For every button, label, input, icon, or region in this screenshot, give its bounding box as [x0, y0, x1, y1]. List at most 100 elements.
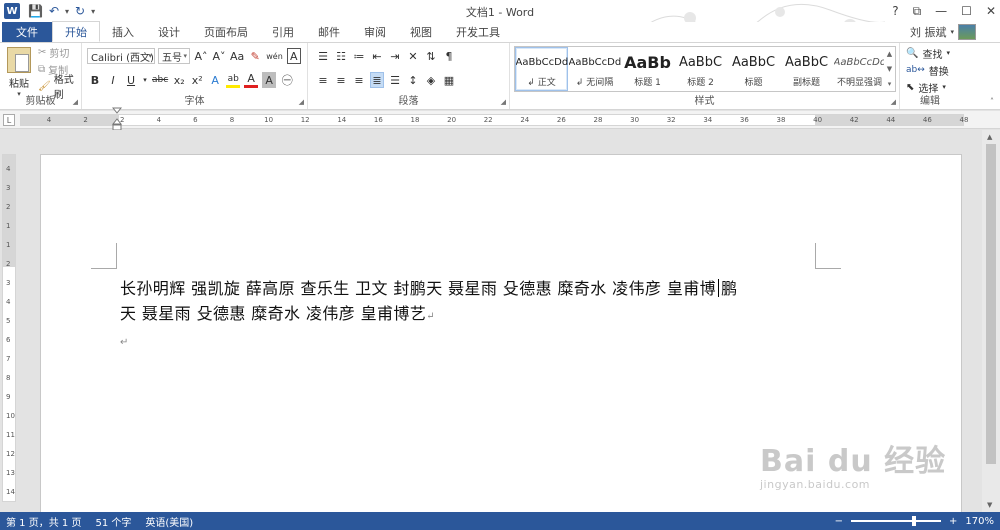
undo-icon[interactable]: ↶ — [49, 4, 59, 18]
word-count[interactable]: 51 个字 — [95, 514, 131, 529]
clear-formatting-button[interactable]: ✎ — [248, 48, 262, 64]
user-account[interactable]: 刘 振斌 ▾ — [910, 24, 976, 40]
ruler-tick-label: 10 — [6, 412, 15, 420]
save-icon[interactable]: 💾 — [28, 4, 43, 18]
text-run: 长孙明辉 强凯旋 薛高原 查乐生 卫文 封鹏天 聂星雨 殳德惠 糜奇水 凌伟彦 … — [120, 279, 717, 298]
font-name-select[interactable]: Calibri (西文) ▾ — [87, 48, 155, 64]
document-body[interactable]: 长孙明辉 强凯旋 薛高原 查乐生 卫文 封鹏天 聂星雨 殳德惠 糜奇水 凌伟彦 … — [120, 276, 820, 329]
scrollbar-thumb[interactable] — [986, 144, 996, 464]
align-center-icon[interactable]: ≡ — [334, 72, 348, 88]
tab-home[interactable]: 开始 — [52, 21, 100, 42]
grow-font-button[interactable]: A˄ — [194, 48, 208, 64]
shading-icon[interactable]: ◈ — [424, 72, 438, 88]
font-size-select[interactable]: 五号 ▾ — [158, 48, 190, 64]
ruler-tick-label: 3 — [6, 279, 11, 287]
character-border-button[interactable]: A — [286, 48, 301, 64]
underline-button[interactable]: U — [124, 72, 138, 88]
cut-button[interactable]: ✂ 剪切 — [38, 45, 81, 60]
justify-icon[interactable]: ≣ — [370, 72, 384, 88]
clipboard-launcher-icon[interactable]: ◢ — [73, 98, 78, 106]
underline-dropdown-icon[interactable]: ▾ — [142, 72, 148, 88]
vertical-scrollbar[interactable]: ▲ ▼ — [982, 130, 1000, 512]
help-button[interactable]: ? — [892, 4, 898, 18]
tab-insert[interactable]: 插入 — [100, 22, 146, 42]
sort-icon[interactable]: ⇅ — [424, 48, 438, 64]
font-name-value: Calibri (西文) — [91, 52, 154, 64]
enclose-characters-button[interactable]: ㊀ — [280, 72, 294, 88]
bullets-icon[interactable]: ☰ — [316, 48, 330, 64]
paste-button[interactable]: 粘贴 ▾ — [6, 47, 32, 98]
tab-references[interactable]: 引用 — [260, 22, 306, 42]
styles-launcher-icon[interactable]: ◢ — [891, 98, 896, 106]
zoom-slider-thumb[interactable] — [911, 516, 916, 526]
tab-page-layout[interactable]: 页面布局 — [192, 22, 260, 42]
indent-marker-icon[interactable] — [112, 107, 122, 131]
maximize-button[interactable]: ☐ — [961, 4, 972, 18]
line-spacing-icon[interactable]: ↕ — [406, 72, 420, 88]
ruler-tick-label: 7 — [6, 355, 11, 363]
decrease-indent-icon[interactable]: ⇤ — [370, 48, 384, 64]
word-logo-icon[interactable]: W — [4, 3, 20, 19]
font-launcher-icon[interactable]: ◢ — [299, 98, 304, 106]
tab-stop-selector[interactable]: L — [3, 114, 15, 126]
strikethrough-button[interactable]: abc — [152, 72, 168, 88]
close-button[interactable]: ✕ — [986, 4, 996, 18]
styles-group: 样式 ◢ — [510, 43, 900, 109]
scroll-down-icon[interactable]: ▼ — [987, 501, 992, 509]
language[interactable]: 英语(美国) — [145, 514, 193, 529]
tab-mailings[interactable]: 邮件 — [306, 22, 352, 42]
align-right-icon[interactable]: ≡ — [352, 72, 366, 88]
tab-review[interactable]: 审阅 — [352, 22, 398, 42]
quick-access-toolbar: 💾 ↶ ▾ ↻ ▾ — [28, 4, 95, 18]
ribbon-tabs: 文件 开始 插入 设计 页面布局 引用 邮件 审阅 视图 开发工具 — [0, 21, 1000, 42]
italic-button[interactable]: I — [106, 72, 120, 88]
redo-icon[interactable]: ↻ — [75, 4, 85, 18]
undo-dropdown-icon[interactable]: ▾ — [65, 7, 69, 16]
font-bottom-row: B I U ▾ abc x₂ x² A ab A A ㊀ — [88, 72, 294, 88]
borders-icon[interactable]: ▦ — [442, 72, 456, 88]
increase-indent-icon[interactable]: ⇥ — [388, 48, 402, 64]
horizontal-ruler[interactable]: 4 2 2 4 6 8 10 12 14 16 18 20 22 24 26 28 30 32 34 36 38 40 42… — [20, 114, 968, 126]
numbering-icon[interactable]: ☷ — [334, 48, 348, 64]
collapse-ribbon-icon[interactable]: ˄ — [990, 97, 994, 106]
tab-view[interactable]: 视图 — [398, 22, 444, 42]
subscript-button[interactable]: x₂ — [172, 72, 186, 88]
superscript-button[interactable]: x² — [190, 72, 204, 88]
highlight-button[interactable]: ab — [226, 72, 241, 88]
customize-qat-icon[interactable]: ▾ — [91, 7, 95, 16]
ribbon-display-options-button[interactable]: ⧉ — [913, 4, 922, 19]
chinese-layout-icon[interactable]: ✕ — [406, 48, 420, 64]
multilevel-list-icon[interactable]: ≔ — [352, 48, 366, 64]
distributed-icon[interactable]: ☰ — [388, 72, 402, 88]
zoom-in-icon[interactable]: + — [949, 516, 957, 527]
shrink-font-button[interactable]: A˅ — [212, 48, 226, 64]
text-effects-button[interactable]: A — [208, 72, 222, 88]
paragraph-group: ☰ ☷ ≔ ⇤ ⇥ ✕ ⇅ ¶ ≡ ≡ ≡ ≣ ☰ ↕ ◈ ▦ 段落 ◢ — [308, 43, 510, 109]
bold-button[interactable]: B — [88, 72, 102, 88]
align-left-icon[interactable]: ≡ — [316, 72, 330, 88]
ruler-tick-label: 6 — [6, 336, 11, 344]
ruler-tick-label: 48 — [959, 116, 969, 124]
paragraph-top-row: ☰ ☷ ≔ ⇤ ⇥ ✕ ⇅ ¶ — [316, 48, 456, 64]
font-color-button[interactable]: A — [244, 72, 259, 88]
phonetic-guide-button[interactable]: wén — [266, 48, 283, 64]
tab-developer[interactable]: 开发工具 — [444, 22, 512, 42]
page-count[interactable]: 第 1 页，共 1 页 — [6, 514, 81, 529]
scroll-up-icon[interactable]: ▲ — [987, 133, 992, 141]
vertical-ruler[interactable]: 4 3 2 1 1 2 3 4 5 6 7 8 9 10 11 12 13 14 — [2, 154, 16, 502]
ruler-tick-label: 24 — [520, 116, 530, 124]
show-marks-icon[interactable]: ¶ — [442, 48, 456, 64]
minimize-button[interactable]: — — [935, 4, 947, 18]
paragraph-mark: ↵ — [426, 311, 436, 322]
change-case-button[interactable]: Aa — [230, 48, 244, 64]
character-shading-button[interactable]: A — [262, 72, 277, 88]
tab-file[interactable]: 文件 — [2, 22, 52, 42]
zoom-level[interactable]: 170% — [965, 516, 994, 527]
zoom-out-icon[interactable]: − — [835, 516, 843, 527]
tab-design[interactable]: 设计 — [146, 22, 192, 42]
paragraph-launcher-icon[interactable]: ◢ — [501, 98, 506, 106]
format-painter-button[interactable]: 🖌 格式刷 — [38, 75, 81, 101]
zoom-slider[interactable] — [851, 516, 942, 526]
ruler-tick-label: 36 — [739, 116, 749, 124]
ruler-tick-label: 1 — [6, 241, 11, 249]
